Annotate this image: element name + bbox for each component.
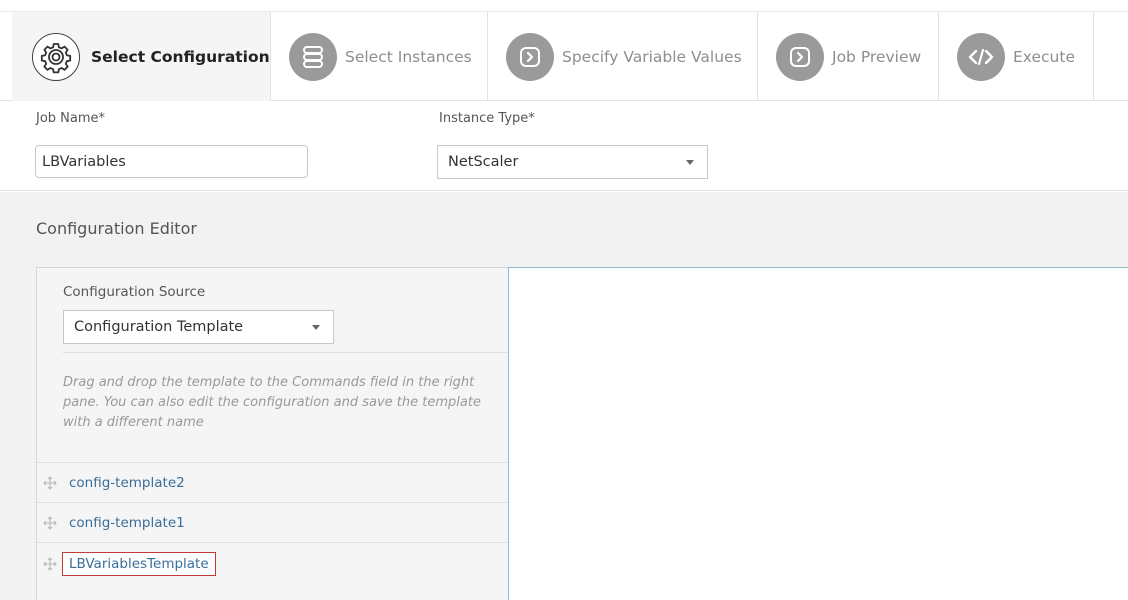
configuration-source-value: Configuration Template (74, 319, 244, 335)
instance-type-select[interactable]: NetScaler (437, 145, 708, 179)
template-item-config-template1[interactable]: config-template1 (37, 503, 509, 543)
job-name-input[interactable]: LBVariables (35, 145, 308, 178)
divider (63, 352, 509, 353)
template-item-lbvariablestemplate[interactable]: LBVariablesTemplate (37, 544, 509, 584)
drag-handle-icon[interactable] (43, 557, 57, 571)
step-specify-variable-values[interactable]: Specify Variable Values (488, 12, 758, 101)
configuration-source-select[interactable]: Configuration Template (63, 310, 334, 344)
configuration-editor: Configuration Editor Configuration Sourc… (0, 192, 1128, 600)
step-job-preview[interactable]: Job Preview (758, 12, 939, 101)
configuration-source-label: Configuration Source (63, 284, 206, 300)
drag-drop-help-text: Drag and drop the template to the Comman… (63, 375, 481, 430)
instance-type-value: NetScaler (448, 154, 519, 170)
job-name-value: LBVariables (42, 153, 126, 170)
step-label: Execute (1013, 47, 1075, 66)
template-pane: Configuration Source Configuration Templ… (36, 267, 509, 600)
job-details: Job Name* LBVariables Instance Type* Net… (0, 101, 1128, 191)
step-select-instances[interactable]: Select Instances (271, 12, 488, 101)
step-label: Specify Variable Values (562, 47, 742, 66)
step-label: Select Instances (345, 47, 472, 66)
template-name[interactable]: config-template2 (69, 475, 185, 491)
divider (37, 542, 509, 543)
step-execute[interactable]: Execute (939, 12, 1094, 101)
chevron-right-box-icon (776, 32, 824, 81)
job-name-label: Job Name* (36, 111, 106, 126)
instance-type-label: Instance Type* (439, 111, 535, 126)
commands-field[interactable] (508, 267, 1128, 600)
server-stack-icon (289, 32, 337, 81)
drag-handle-icon[interactable] (43, 476, 57, 490)
step-select-configuration[interactable]: Select Configuration (12, 12, 271, 101)
step-label: Job Preview (832, 47, 922, 66)
template-item-config-template2[interactable]: config-template2 (37, 463, 509, 503)
drag-handle-icon[interactable] (43, 516, 57, 530)
chevron-right-box-icon (506, 32, 554, 81)
template-name[interactable]: config-template1 (69, 515, 185, 531)
chevron-down-icon (686, 160, 694, 165)
step-label: Select Configuration (91, 47, 270, 66)
gear-icon (32, 32, 80, 81)
code-icon (957, 32, 1005, 81)
wizard-steps: Select Configuration Select Instances Sp… (0, 0, 1128, 101)
chevron-down-icon (312, 325, 320, 330)
template-name[interactable]: LBVariablesTemplate (62, 552, 216, 576)
editor-title: Configuration Editor (36, 219, 197, 238)
